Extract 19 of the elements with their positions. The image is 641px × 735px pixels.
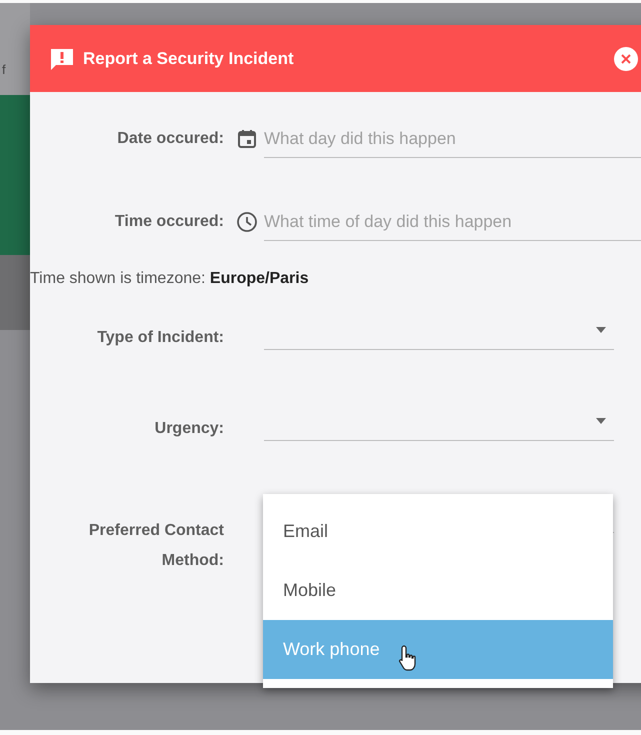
time-field[interactable]: What time of day did this happen — [264, 204, 641, 240]
dialog-title: Report a Security Incident — [83, 48, 295, 68]
timezone-note: Time shown is timezone: Europe/Paris — [30, 270, 310, 288]
field-label: Date occured: — [116, 130, 224, 148]
date-field[interactable]: What day did this happen — [264, 120, 641, 158]
hand-pointer-icon — [398, 644, 418, 672]
close-icon[interactable] — [613, 46, 639, 72]
alert-message-icon — [49, 46, 75, 70]
clock-icon — [236, 211, 258, 233]
dropdown-arrow-icon — [596, 327, 606, 333]
menu-option[interactable]: Email — [263, 502, 613, 561]
calendar-icon — [236, 128, 258, 150]
field-label: Type of Incident: — [97, 328, 224, 348]
field-label: Urgency: — [154, 419, 224, 439]
field-label: Preferred Contact Method: — [88, 521, 224, 571]
field-label: Time occured: — [114, 213, 224, 231]
menu-option[interactable]: Mobile — [263, 561, 613, 620]
dropdown-arrow-icon — [596, 418, 606, 424]
background-text: f — [1, 62, 6, 77]
